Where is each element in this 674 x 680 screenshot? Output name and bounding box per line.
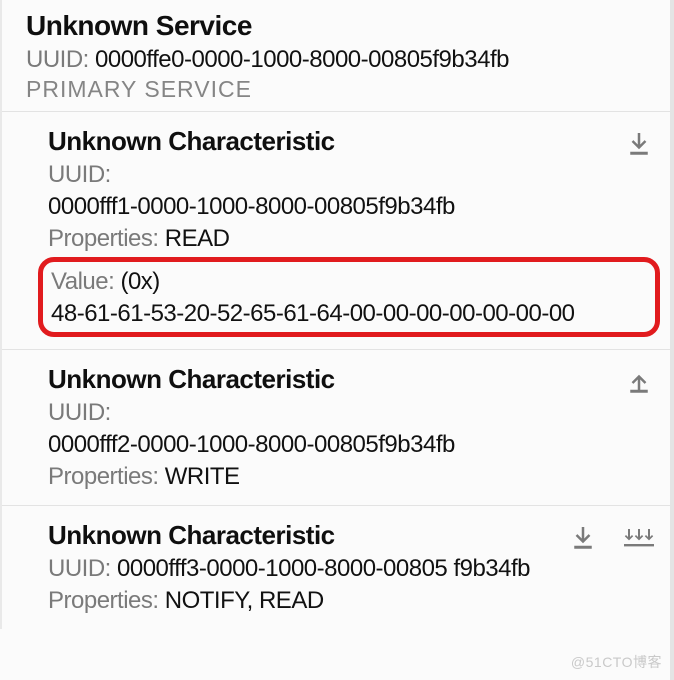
service-panel: Unknown Service UUID: 0000ffe0-0000-1000…: [0, 0, 674, 629]
service-title: Unknown Service: [26, 10, 650, 42]
service-uuid-line: UUID: 0000ffe0-0000-1000-8000-00805f9b34…: [26, 46, 650, 74]
characteristic-item[interactable]: Unknown Characteristic UUID: 0000fff3-00…: [2, 505, 674, 629]
service-header: Unknown Service UUID: 0000ffe0-0000-1000…: [2, 10, 674, 111]
multi-download-icon[interactable]: [622, 520, 656, 554]
characteristic-uuid-line: UUID:: [48, 161, 650, 189]
characteristic-uuid-value: 0000fff1-0000-1000-8000-00805f9b34fb: [48, 193, 650, 221]
characteristic-properties: Properties: WRITE: [48, 463, 650, 491]
uuid-label: UUID:: [48, 555, 111, 582]
characteristic-title: Unknown Characteristic: [48, 126, 650, 157]
characteristic-value-hex: 48-61-61-53-20-52-65-61-64-00-00-00-00-0…: [51, 300, 647, 328]
right-edge-divider: [670, 0, 674, 680]
service-tag: PRIMARY SERVICE: [26, 76, 650, 103]
characteristic-value-line: Value: (0x): [51, 268, 647, 296]
uuid-label: UUID:: [26, 46, 89, 73]
upload-icon[interactable]: [622, 364, 656, 398]
characteristic-uuid-value: 0000fff2-0000-1000-8000-00805f9b34fb: [48, 431, 650, 459]
characteristic-item[interactable]: Unknown Characteristic UUID: 0000fff1-00…: [2, 111, 674, 349]
uuid-value: 0000fff3-0000-1000-8000-00805 f9b34fb: [117, 555, 530, 582]
characteristic-item[interactable]: Unknown Characteristic UUID: 0000fff2-00…: [2, 349, 674, 505]
download-icon[interactable]: [622, 126, 656, 160]
watermark: @51CTO博客: [571, 652, 662, 672]
download-icon[interactable]: [566, 520, 600, 554]
uuid-value: 0000ffe0-0000-1000-8000-00805f9b34fb: [95, 46, 509, 73]
characteristic-properties: Properties: NOTIFY, READ: [48, 587, 650, 615]
characteristic-uuid-line: UUID:: [48, 399, 650, 427]
value-highlight: Value: (0x) 48-61-61-53-20-52-65-61-64-0…: [38, 257, 660, 337]
characteristic-title: Unknown Characteristic: [48, 520, 650, 551]
characteristic-title: Unknown Characteristic: [48, 364, 650, 395]
characteristic-properties: Properties: READ: [48, 225, 650, 253]
uuid-label: UUID:: [48, 399, 111, 426]
characteristic-uuid-line: UUID: 0000fff3-0000-1000-8000-00805 f9b3…: [48, 555, 650, 583]
uuid-label: UUID:: [48, 161, 111, 188]
